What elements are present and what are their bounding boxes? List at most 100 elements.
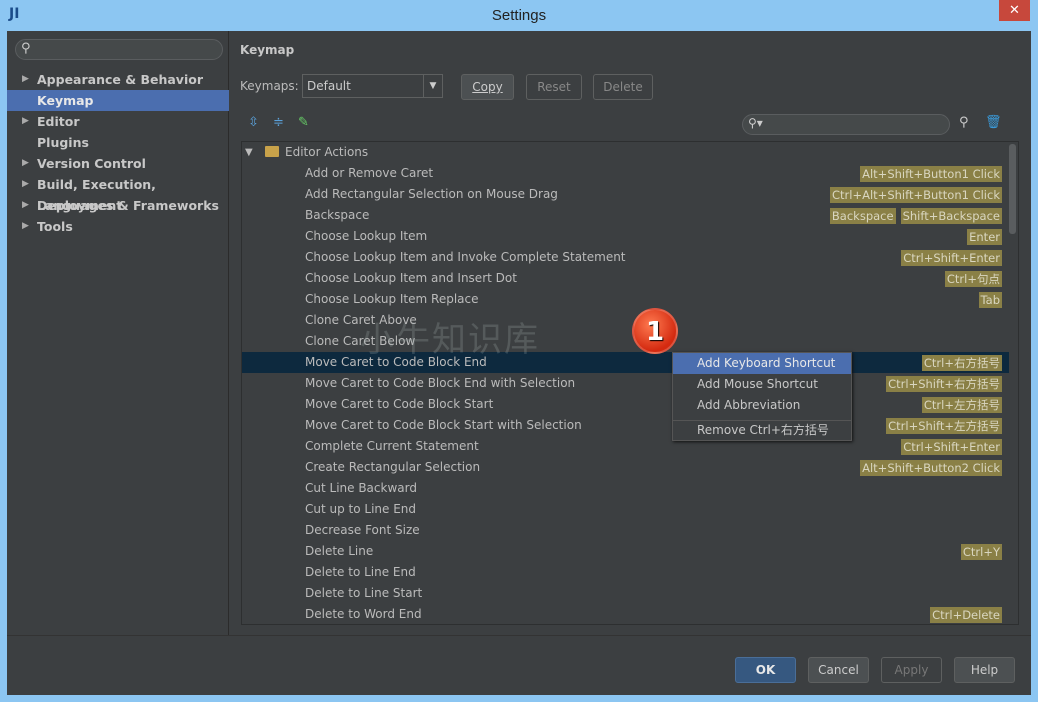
- shortcut-list: Ctrl+Y: [960, 541, 1009, 562]
- shortcut-badge: Ctrl+右方括号: [921, 354, 1002, 371]
- tree-group-editor-actions[interactable]: ▼ Editor Actions: [242, 142, 1009, 163]
- sidebar-item-label: Plugins: [37, 135, 89, 150]
- reset-button[interactable]: Reset: [526, 74, 582, 100]
- menu-add-mouse-shortcut[interactable]: Add Mouse Shortcut: [673, 374, 851, 395]
- cancel-button[interactable]: Cancel: [808, 657, 869, 683]
- sidebar-item[interactable]: Keymap: [7, 90, 229, 111]
- watermark: 小牛知识库: [360, 320, 540, 360]
- expand-arrow-icon[interactable]: ▼: [245, 142, 253, 163]
- ok-button[interactable]: OK: [735, 657, 796, 683]
- shortcut-list: Ctrl+左方括号: [921, 394, 1009, 415]
- sidebar-item[interactable]: ▶ Build, Execution, Deployment: [7, 174, 229, 213]
- action-search-input[interactable]: ⚲▾: [742, 114, 950, 135]
- shortcut-badge: Ctrl+Shift+Enter: [901, 438, 1002, 455]
- search-icon: ⚲▾: [748, 116, 763, 130]
- expand-all-icon[interactable]: ⇳: [248, 115, 259, 130]
- divider: [7, 635, 1031, 636]
- expand-arrow-icon[interactable]: ▶: [22, 174, 29, 195]
- delete-button[interactable]: Delete: [593, 74, 653, 100]
- action-label: Decrease Font Size: [305, 523, 420, 537]
- sidebar-item-label: Keymap: [37, 93, 94, 108]
- action-label: Choose Lookup Item and Insert Dot: [305, 271, 517, 285]
- expand-arrow-icon[interactable]: ▶: [22, 111, 29, 132]
- shortcut-badge: Ctrl+Shift+左方括号: [886, 417, 1002, 434]
- sidebar-item[interactable]: ▶ Editor: [7, 111, 229, 132]
- shortcut-badge: Ctrl+Shift+Enter: [901, 249, 1002, 266]
- shortcut-list: Ctrl+Shift+Enter: [901, 436, 1009, 457]
- sidebar-item-label: Languages & Frameworks: [37, 198, 219, 213]
- table-row[interactable]: Move Caret to Code Block Start Ctrl+左方括号: [242, 394, 1009, 415]
- copy-button[interactable]: Copy: [461, 74, 514, 100]
- shortcut-badge: Ctrl+句点: [944, 270, 1002, 287]
- expand-arrow-icon[interactable]: ▶: [22, 69, 29, 90]
- action-tree: ▼ Editor Actions Add or Remove Caret Alt+…: [241, 141, 1019, 625]
- group-label: Editor Actions: [285, 145, 369, 159]
- find-shortcut-icon[interactable]: ⚲: [959, 115, 969, 130]
- table-row[interactable]: Move Caret to Code Block End Ctrl+右方括号: [242, 352, 1009, 373]
- shortcut-badge: Ctrl+Y: [960, 543, 1002, 560]
- table-row[interactable]: Delete to Line Start: [242, 583, 1009, 604]
- collapse-all-icon[interactable]: ≑: [273, 115, 284, 130]
- trash-icon[interactable]: 🗑: [985, 115, 1002, 130]
- sidebar-item[interactable]: ▶ Tools: [7, 216, 229, 237]
- table-row[interactable]: Clone Caret Above: [242, 310, 1009, 331]
- table-row[interactable]: Choose Lookup Item and Insert Dot Ctrl+句点: [242, 268, 1009, 289]
- menu-remove-shortcut[interactable]: Remove Ctrl+右方括号: [673, 420, 851, 441]
- table-row[interactable]: Choose Lookup Item Replace Tab: [242, 289, 1009, 310]
- table-row[interactable]: Decrease Font Size: [242, 520, 1009, 541]
- sidebar-item[interactable]: Plugins: [7, 132, 229, 153]
- action-label: Delete to Line Start: [305, 586, 423, 600]
- edit-pencil-icon[interactable]: ✎: [298, 115, 309, 130]
- table-row[interactable]: Choose Lookup Item Enter: [242, 226, 1009, 247]
- shortcut-list: Ctrl+Shift+右方括号: [886, 373, 1009, 394]
- shortcut-list: Ctrl+Shift+左方括号: [886, 415, 1009, 436]
- sidebar-item[interactable]: ▶ Languages & Frameworks: [7, 195, 229, 216]
- settings-search-input[interactable]: ⚲: [15, 39, 223, 60]
- shortcut-badge: Tab: [978, 291, 1002, 308]
- action-label: Cut Line Backward: [305, 481, 417, 495]
- settings-dialog: ⚲ ▶ Appearance & Behavior Keymap ▶ Editor Plu…: [7, 31, 1031, 695]
- shortcut-list: Tab: [978, 289, 1009, 310]
- sidebar-item[interactable]: ▶ Appearance & Behavior: [7, 69, 229, 90]
- apply-button[interactable]: Apply: [881, 657, 942, 683]
- close-button[interactable]: ✕: [999, 0, 1030, 21]
- table-row[interactable]: Cut up to Line End: [242, 499, 1009, 520]
- table-row[interactable]: Cut Line Backward: [242, 478, 1009, 499]
- table-row[interactable]: Delete to Line End: [242, 562, 1009, 583]
- table-row[interactable]: Delete to Word End Ctrl+Delete: [242, 604, 1009, 624]
- table-row[interactable]: Move Caret to Code Block Start with Sele…: [242, 415, 1009, 436]
- expand-arrow-icon[interactable]: ▶: [22, 153, 29, 174]
- shortcut-list: Ctrl+Delete: [930, 604, 1009, 624]
- action-label: Choose Lookup Item Replace: [305, 292, 479, 306]
- keymap-panel: Keymap Keymaps: Default ▼ Copy Reset Dele…: [230, 31, 1031, 635]
- expand-arrow-icon[interactable]: ▶: [22, 216, 29, 237]
- action-label: Move Caret to Code Block Start with Sele…: [305, 418, 582, 432]
- help-button[interactable]: Help: [954, 657, 1015, 683]
- table-row[interactable]: Add Rectangular Selection on Mouse Drag C…: [242, 184, 1009, 205]
- shortcut-list: Ctrl+右方括号: [921, 352, 1009, 373]
- title-bar: JI Settings ✕: [0, 0, 1038, 31]
- table-row[interactable]: Backspace Backspace Shift+Backspace: [242, 205, 1009, 226]
- table-row[interactable]: Move Caret to Code Block End with Select…: [242, 373, 1009, 394]
- table-row[interactable]: Delete Line Ctrl+Y: [242, 541, 1009, 562]
- shortcut-badge: Ctrl+Alt+Shift+Button1 Click: [830, 186, 1002, 203]
- table-row[interactable]: Clone Caret Below: [242, 331, 1009, 352]
- keymap-select[interactable]: Default ▼: [302, 74, 443, 98]
- table-row[interactable]: Add or Remove Caret Alt+Shift+Button1 Cli…: [242, 163, 1009, 184]
- table-row[interactable]: Choose Lookup Item and Invoke Complete S…: [242, 247, 1009, 268]
- scrollbar[interactable]: [1009, 144, 1016, 234]
- expand-arrow-icon[interactable]: ▶: [22, 195, 29, 216]
- table-row[interactable]: Complete Current Statement Ctrl+Shift+Ent…: [242, 436, 1009, 457]
- sidebar-item-label: Tools: [37, 219, 73, 234]
- menu-add-keyboard-shortcut[interactable]: Add Keyboard Shortcut: [673, 353, 851, 374]
- shortcut-list: Enter: [967, 226, 1009, 247]
- action-label: Add Rectangular Selection on Mouse Drag: [305, 187, 558, 201]
- action-label: Add or Remove Caret: [305, 166, 434, 180]
- table-row[interactable]: Create Rectangular Selection Alt+Shift+Bu…: [242, 457, 1009, 478]
- shortcut-badge: Backspace: [829, 207, 896, 224]
- sidebar-item[interactable]: ▶ Version Control: [7, 153, 229, 174]
- action-label: Delete to Line End: [305, 565, 416, 579]
- menu-add-abbreviation[interactable]: Add Abbreviation: [673, 395, 851, 416]
- keymap-value: Default: [307, 79, 351, 93]
- shortcut-list: Ctrl+Shift+Enter: [901, 247, 1009, 268]
